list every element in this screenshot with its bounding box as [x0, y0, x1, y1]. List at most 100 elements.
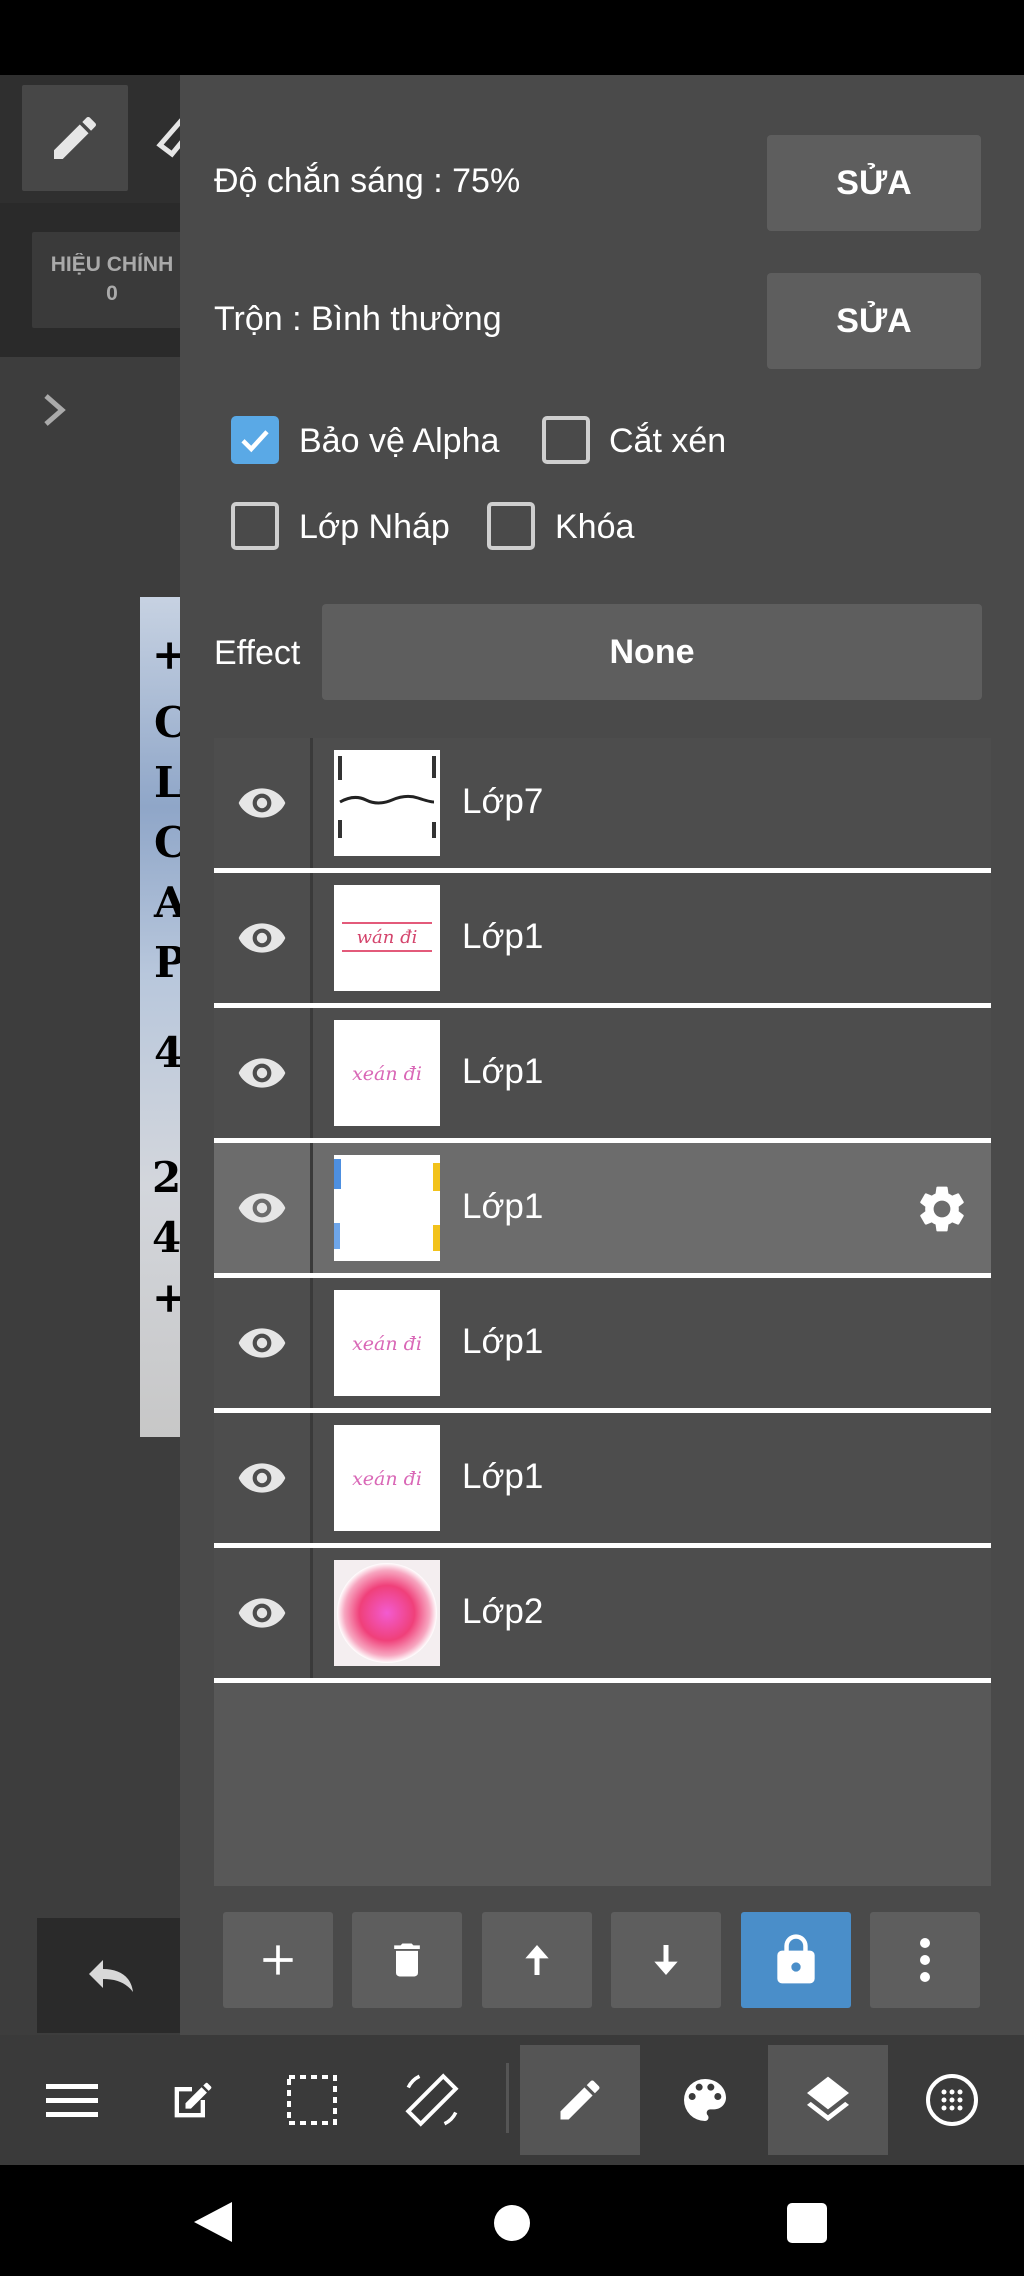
layer-row-selected[interactable]: Lớp1: [214, 1143, 991, 1273]
thumbnail-image: xeán đi: [334, 1425, 440, 1531]
thumbnail-image: xeán đi: [334, 1020, 440, 1126]
expand-panel-button[interactable]: [36, 390, 72, 430]
divider: [310, 1008, 313, 1138]
divider: [214, 1678, 991, 1683]
home-button[interactable]: [492, 2203, 532, 2248]
layer-thumbnail: [334, 750, 440, 856]
more-vertical-icon: [920, 1938, 930, 1982]
layer-thumbnail: [334, 1155, 440, 1261]
layer-thumbnail: [334, 1560, 440, 1666]
color-tab[interactable]: [645, 2045, 765, 2155]
opacity-edit-button[interactable]: SỬA: [767, 135, 981, 231]
blend-edit-button[interactable]: SỬA: [767, 273, 981, 369]
divider: [310, 1548, 313, 1678]
material-tab[interactable]: [892, 2045, 1012, 2155]
svg-text:4: 4: [152, 1213, 180, 1262]
layer-list: Lớp7 wán đi Lớp1 xeán đi Lớp1 Lớp1 xeán …: [214, 738, 991, 1886]
recents-button[interactable]: [785, 2201, 829, 2250]
thumbnail-text: wán đi: [357, 927, 418, 948]
svg-text:A: A: [153, 878, 180, 927]
gear-icon: [920, 1186, 964, 1232]
eye-icon: [238, 1058, 286, 1088]
layer-row[interactable]: Lớp2: [214, 1548, 991, 1678]
clipping-checkbox[interactable]: [542, 416, 590, 464]
blend-label: Trộn : Bình thường: [214, 300, 502, 338]
divider: [310, 1413, 313, 1543]
layer-name: Lớp1: [462, 1052, 544, 1091]
effect-button[interactable]: None: [322, 604, 982, 700]
visibility-toggle[interactable]: [214, 873, 310, 1003]
layer-thumbnail: wán đi: [334, 885, 440, 991]
edit-square-icon: [174, 2082, 212, 2118]
thumbnail-text: xeán đi: [352, 1468, 422, 1490]
visibility-toggle[interactable]: [214, 1008, 310, 1138]
layer-row[interactable]: xeán đi Lớp1: [214, 1413, 991, 1543]
layer-settings-button[interactable]: [914, 1181, 970, 1237]
eye-icon: [238, 788, 286, 818]
canvas-preview[interactable]: + C L C A P 4 2 4 +: [140, 597, 188, 1437]
layer-thumbnail: xeán đi: [334, 1425, 440, 1531]
arrow-up-icon: [525, 1945, 549, 1975]
menu-button[interactable]: [12, 2045, 132, 2155]
opacity-label: Độ chắn sáng : 75%: [214, 162, 521, 200]
rotate-canvas-button[interactable]: [372, 2045, 492, 2155]
effect-label: Effect: [214, 634, 301, 672]
visibility-toggle[interactable]: [214, 1413, 310, 1543]
palette-icon: [684, 2079, 726, 2121]
lock-layer-button[interactable]: [741, 1912, 851, 2008]
divider: [310, 873, 313, 1003]
draft-layer-checkbox[interactable]: [231, 502, 279, 550]
pen-tool-button[interactable]: [22, 85, 128, 191]
plus-icon: [263, 1945, 293, 1975]
move-layer-down-button[interactable]: [611, 1912, 721, 2008]
svg-text:+: +: [152, 630, 180, 679]
back-button[interactable]: [190, 2198, 236, 2251]
thumbnail-image: [334, 1155, 440, 1261]
add-layer-button[interactable]: [223, 1912, 333, 2008]
layers-tab[interactable]: [768, 2045, 888, 2155]
visibility-toggle[interactable]: [214, 1278, 310, 1408]
visibility-toggle[interactable]: [214, 738, 310, 868]
lock-checkbox[interactable]: [487, 502, 535, 550]
divider: [506, 2063, 509, 2133]
undo-button[interactable]: [37, 1918, 181, 2033]
layer-name: Lớp7: [462, 782, 544, 821]
selection-button[interactable]: [252, 2045, 372, 2155]
visibility-toggle[interactable]: [214, 1548, 310, 1678]
hamburger-menu-icon: [46, 2084, 98, 2117]
more-options-button[interactable]: [870, 1912, 980, 2008]
layer-row[interactable]: xeán đi Lớp1: [214, 1008, 991, 1138]
system-nav-bar: [0, 2165, 1024, 2276]
visibility-toggle[interactable]: [214, 1143, 310, 1273]
arrow-down-icon: [654, 1945, 678, 1975]
svg-text:+: +: [152, 1273, 180, 1322]
selection-icon: [287, 2075, 337, 2125]
thumbnail-image: [334, 1560, 440, 1666]
layer-name: Lớp1: [462, 1187, 544, 1226]
correction-button[interactable]: [32, 232, 182, 328]
eye-icon: [238, 1598, 286, 1628]
svg-text:L: L: [154, 758, 180, 807]
layer-row[interactable]: wán đi Lớp1: [214, 873, 991, 1003]
layer-row[interactable]: xeán đi Lớp1: [214, 1278, 991, 1408]
draft-layer-label: Lớp Nháp: [299, 508, 450, 546]
layer-row[interactable]: Lớp7: [214, 738, 991, 868]
move-layer-up-button[interactable]: [482, 1912, 592, 2008]
svg-text:2: 2: [152, 1153, 180, 1202]
edit-button[interactable]: [132, 2045, 252, 2155]
layer-thumbnail: xeán đi: [334, 1290, 440, 1396]
trash-icon: [394, 1943, 420, 1977]
brush-tab[interactable]: [520, 2045, 640, 2155]
screen-rotation-icon: [405, 2073, 459, 2127]
home-circle-icon: [494, 2205, 530, 2241]
recents-square-icon: [787, 2203, 827, 2243]
eye-icon: [238, 1463, 286, 1493]
status-bar: [0, 0, 1024, 75]
eye-icon: [238, 1193, 286, 1223]
thumbnail-image: xeán đi: [334, 1290, 440, 1396]
layer-name: Lớp1: [462, 1457, 544, 1496]
thumbnail-text: xeán đi: [352, 1063, 422, 1085]
grid-globe-icon: [926, 2074, 978, 2126]
delete-layer-button[interactable]: [352, 1912, 462, 2008]
alpha-lock-checkbox[interactable]: [231, 416, 279, 464]
